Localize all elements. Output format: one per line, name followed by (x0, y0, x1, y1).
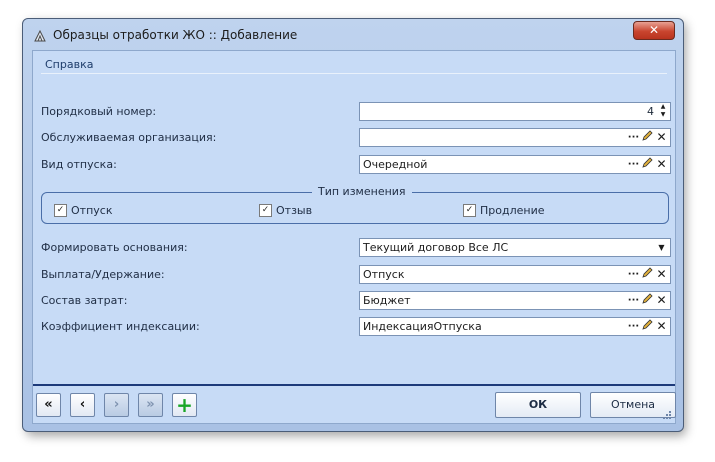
organization-field[interactable]: ··· ✕ (359, 128, 671, 147)
close-window-button[interactable]: ✕ (633, 21, 675, 40)
resize-grip-icon[interactable] (662, 410, 672, 420)
basis-label: Формировать основания: (41, 241, 188, 254)
checkbox-recall[interactable]: ✓ Отзыв (259, 203, 312, 217)
dialog-window: Образцы отработки ЖО :: Добавление ✕ Спр… (22, 18, 684, 432)
chevron-left-icon: ‹ (79, 397, 86, 412)
close-icon[interactable]: ✕ (655, 130, 668, 145)
order-number-value: 4 (647, 105, 654, 118)
index-coef-field[interactable]: ИндексацияОтпуска ··· ✕ (359, 317, 671, 336)
checkbox-leave[interactable]: ✓ Отпуск (54, 203, 112, 217)
window-title: Образцы отработки ЖО :: Добавление (53, 28, 298, 42)
order-number-spinner[interactable]: 4 ▲ ▼ (359, 102, 671, 121)
pencil-edit-icon[interactable] (641, 157, 654, 172)
dialog-body: Справка Порядковый номер: 4 ▲ ▼ Обслужив… (32, 50, 676, 424)
add-record-button[interactable]: + (172, 393, 197, 417)
double-chevron-right-icon: » (146, 397, 155, 412)
change-type-title: Тип изменения (312, 185, 412, 198)
title-bar[interactable]: Образцы отработки ЖО :: Добавление ✕ (23, 19, 683, 53)
last-record-button[interactable]: » (138, 393, 163, 417)
close-icon[interactable]: ✕ (655, 293, 668, 308)
ellipsis-icon[interactable]: ··· (627, 157, 640, 172)
close-icon: ✕ (648, 23, 660, 37)
next-record-button[interactable]: › (104, 393, 129, 417)
menu-separator (41, 73, 667, 74)
payment-field[interactable]: Отпуск ··· ✕ (359, 265, 671, 284)
basis-value: Текущий договор Все ЛС (363, 241, 509, 254)
close-icon[interactable]: ✕ (655, 157, 668, 172)
leave-type-field[interactable]: Очередной ··· ✕ (359, 155, 671, 174)
first-record-button[interactable]: « (36, 393, 61, 417)
pencil-edit-icon[interactable] (641, 293, 654, 308)
app-icon (34, 29, 46, 42)
ellipsis-icon[interactable]: ··· (627, 293, 640, 308)
ellipsis-icon[interactable]: ··· (627, 319, 640, 334)
index-coef-label: Коэффициент индексации: (41, 320, 200, 333)
plus-icon: + (176, 393, 193, 417)
index-coef-value: ИндексацияОтпуска (363, 320, 482, 333)
close-icon[interactable]: ✕ (655, 319, 668, 334)
ok-button[interactable]: ОК (495, 392, 581, 418)
costs-value: Бюджет (363, 294, 411, 307)
organization-label: Обслуживаемая организация: (41, 131, 217, 144)
spin-down-icon[interactable]: ▼ (657, 111, 669, 119)
change-type-group: Тип изменения ✓ Отпуск ✓ Отзыв ✓ Продление (41, 185, 669, 224)
pencil-edit-icon[interactable] (641, 130, 654, 145)
ellipsis-icon[interactable]: ··· (627, 130, 640, 145)
prev-record-button[interactable]: ‹ (70, 393, 95, 417)
basis-combobox[interactable]: Текущий договор Все ЛС ▼ (359, 238, 671, 257)
checkmark-icon[interactable]: ✓ (259, 203, 272, 217)
checkmark-icon[interactable]: ✓ (463, 203, 476, 217)
costs-field[interactable]: Бюджет ··· ✕ (359, 291, 671, 310)
ellipsis-icon[interactable]: ··· (627, 267, 640, 282)
checkbox-extension[interactable]: ✓ Продление (463, 203, 545, 217)
pencil-edit-icon[interactable] (641, 267, 654, 282)
footer-divider (33, 384, 675, 386)
close-icon[interactable]: ✕ (655, 267, 668, 282)
costs-label: Состав затрат: (41, 294, 128, 307)
order-number-label: Порядковый номер: (41, 105, 157, 118)
checkmark-icon[interactable]: ✓ (54, 203, 67, 217)
pencil-edit-icon[interactable] (641, 319, 654, 334)
spin-up-icon[interactable]: ▲ (657, 103, 669, 111)
chevron-down-icon[interactable]: ▼ (655, 240, 668, 255)
payment-value: Отпуск (363, 268, 405, 281)
chevron-right-icon: › (113, 397, 120, 412)
double-chevron-left-icon: « (44, 397, 53, 412)
payment-label: Выплата/Удержание: (41, 268, 165, 281)
leave-type-label: Вид отпуска: (41, 158, 117, 171)
menu-help[interactable]: Справка (45, 58, 93, 71)
leave-type-value: Очередной (363, 158, 428, 171)
